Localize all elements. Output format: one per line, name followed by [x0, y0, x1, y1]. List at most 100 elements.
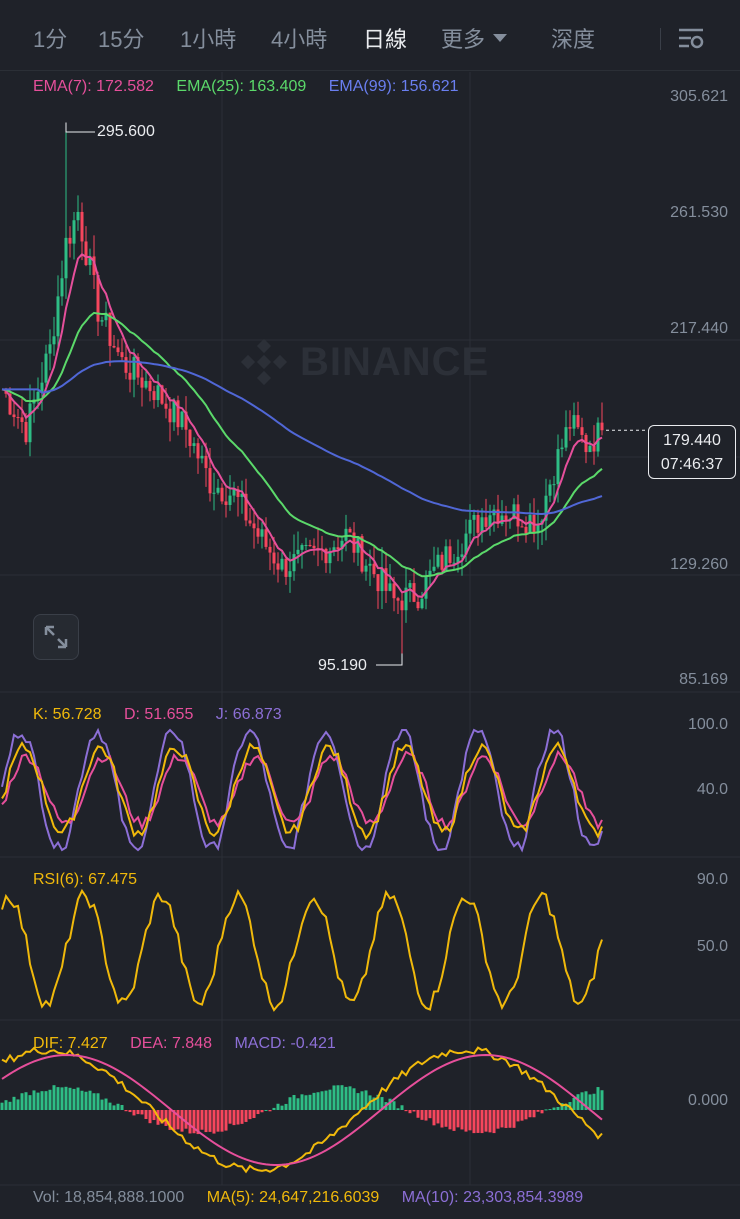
macd-histogram-bar	[432, 1110, 436, 1126]
candle-body	[556, 449, 560, 485]
macd-histogram-bar	[540, 1110, 544, 1114]
candle-body	[164, 403, 168, 409]
candle-body	[16, 417, 20, 419]
price-axis-label: 85.169	[679, 671, 728, 688]
candle-body	[552, 484, 556, 486]
candle-body	[392, 583, 396, 599]
macd-histogram-bar	[332, 1085, 336, 1110]
candle-body	[284, 558, 288, 577]
macd-histogram-bar	[344, 1086, 348, 1110]
macd-histogram-bar	[520, 1110, 524, 1121]
kdj-j-line	[1, 727, 603, 853]
candle-body	[224, 501, 228, 505]
candle-body	[420, 598, 424, 609]
macd-histogram-bar	[308, 1094, 312, 1110]
macd-histogram-bar	[256, 1110, 260, 1115]
macd-histogram-bar	[100, 1099, 104, 1110]
macd-histogram-bar	[288, 1097, 292, 1110]
macd-histogram-bar	[400, 1105, 404, 1110]
candle-body	[64, 237, 68, 279]
macd-histogram-bar	[228, 1110, 232, 1124]
macd-histogram-bar	[200, 1110, 204, 1130]
candle-body	[24, 421, 28, 443]
candle-body	[140, 377, 144, 388]
macd-histogram-bar	[104, 1098, 108, 1110]
macd-histogram-bar	[316, 1092, 320, 1110]
macd-histogram-bar	[76, 1087, 80, 1110]
macd-histogram-bar	[260, 1110, 264, 1113]
macd-histogram-bar	[360, 1091, 364, 1110]
candle-body	[48, 344, 52, 354]
macd-histogram-bar	[484, 1110, 488, 1132]
candle-body	[380, 568, 384, 592]
candle-body	[400, 600, 404, 611]
macd-histogram-bar	[420, 1110, 424, 1120]
candle-body	[208, 468, 212, 494]
macd-histogram-bar	[496, 1110, 500, 1129]
candle-body	[56, 296, 60, 337]
binance-watermark: BINANCE	[300, 340, 490, 384]
macd-histogram-bar	[576, 1094, 580, 1110]
candle-body	[216, 487, 220, 493]
macd-histogram-bar	[556, 1107, 560, 1110]
volume-ma10-label: MA(10): 23,303,854.3989	[401, 1189, 584, 1206]
macd-histogram-bar	[248, 1110, 252, 1120]
macd-histogram-bar	[480, 1110, 484, 1134]
candle-body	[200, 455, 204, 459]
macd-histogram-bar	[304, 1095, 308, 1110]
macd-dea-label: DEA: 7.848	[130, 1035, 212, 1052]
candle-body	[396, 598, 400, 601]
low-price-label: 95.190	[318, 657, 367, 674]
fullscreen-button[interactable]	[33, 614, 79, 660]
macd-histogram-bar	[240, 1110, 244, 1124]
macd-histogram-bar	[328, 1089, 332, 1110]
candle-body	[308, 545, 312, 547]
candle-body	[112, 345, 116, 348]
macd-histogram-bar	[456, 1110, 460, 1128]
macd-histogram-bar	[472, 1110, 476, 1134]
macd-histogram-bar	[296, 1098, 300, 1110]
macd-histogram-bar	[236, 1110, 240, 1125]
candle-body	[424, 575, 428, 599]
binance-logo-icon	[240, 338, 288, 386]
candle-body	[268, 546, 272, 553]
candle-body	[460, 554, 464, 557]
candle-body	[580, 427, 584, 435]
macd-histogram-bar	[548, 1109, 552, 1111]
macd-histogram-bar	[596, 1087, 600, 1110]
candle-body	[600, 422, 604, 431]
kdj-axis-label: 40.0	[696, 781, 728, 798]
macd-histogram-bar	[56, 1087, 60, 1110]
macd-histogram-bar	[132, 1110, 136, 1116]
macd-histogram-bar	[408, 1110, 412, 1114]
macd-histogram-bar	[216, 1110, 220, 1132]
candle-body	[524, 526, 528, 534]
high-leader-line	[65, 122, 95, 133]
candle-body	[168, 408, 172, 423]
macd-histogram-bar	[28, 1095, 32, 1110]
macd-histogram-bar	[80, 1090, 84, 1110]
candle-body	[156, 385, 160, 401]
macd-histogram-bar	[188, 1110, 192, 1134]
ema-legend: EMA(7): 172.582 EMA(25): 163.409 EMA(99)…	[33, 78, 477, 96]
macd-histogram-bar	[84, 1091, 88, 1110]
price-axis-label: 217.440	[670, 320, 728, 337]
candle-body	[312, 545, 316, 549]
candle-body	[116, 347, 120, 353]
macd-histogram-bar	[276, 1103, 280, 1110]
kdj-k-line	[1, 740, 603, 841]
candle-body	[28, 403, 32, 443]
candle-body	[80, 211, 84, 242]
rsi-axis-label: 90.0	[696, 871, 728, 888]
macd-histogram-bar	[48, 1089, 52, 1110]
candle-body	[264, 529, 268, 547]
candle-body	[260, 529, 264, 537]
macd-histogram-bar	[512, 1110, 516, 1128]
macd-histogram-bar	[140, 1110, 144, 1115]
macd-histogram-bar	[16, 1099, 20, 1110]
candle-body	[548, 484, 552, 496]
macd-histogram-bar	[504, 1110, 508, 1128]
macd-histogram-bar	[20, 1093, 24, 1110]
candle-body	[76, 211, 80, 221]
candle-body	[252, 523, 256, 529]
